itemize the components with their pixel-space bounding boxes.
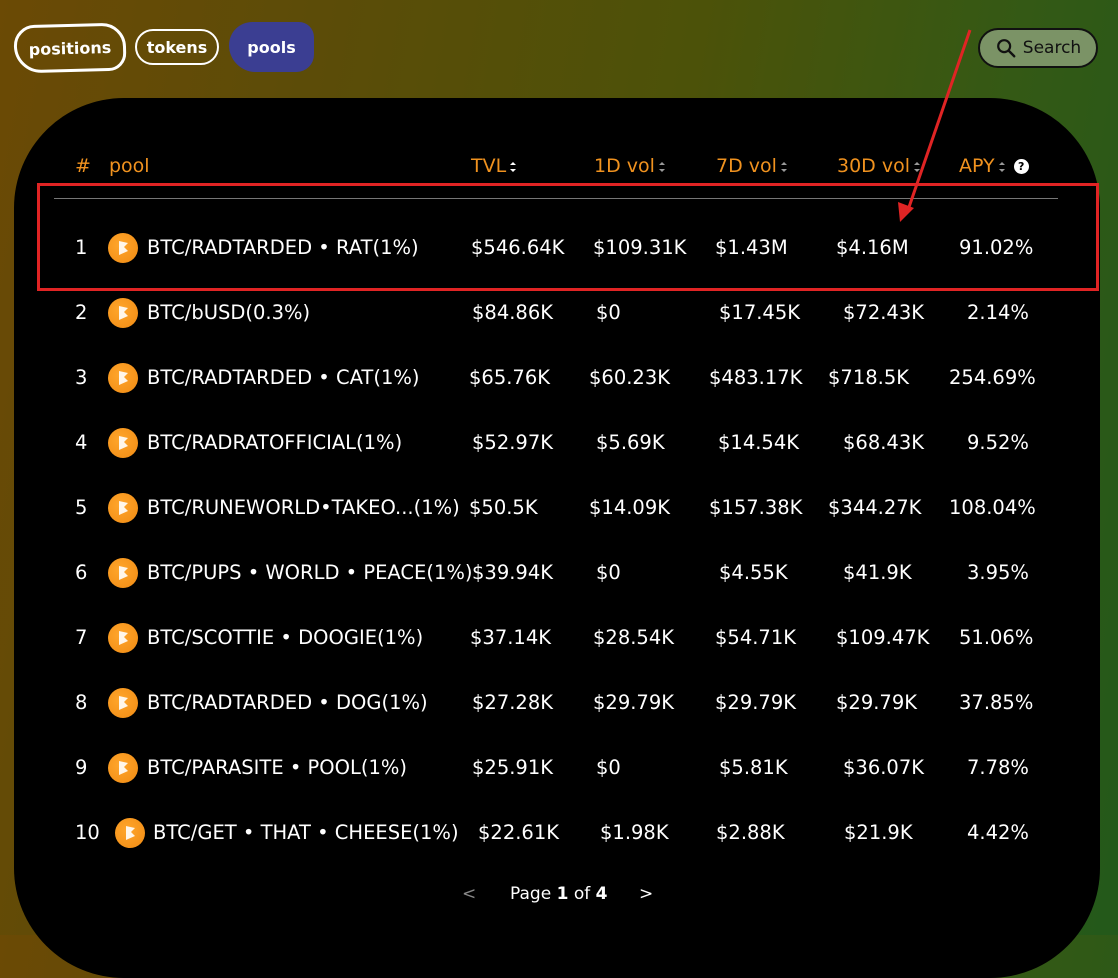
page-indicator: Page 1 of 4 — [510, 884, 607, 904]
prev-page-button[interactable]: < — [462, 884, 476, 904]
total-pages: 4 — [595, 884, 608, 904]
current-page: 1 — [556, 884, 569, 904]
next-page-button[interactable]: > — [639, 884, 653, 904]
page-word: Page — [510, 884, 552, 904]
of-word: of — [573, 884, 591, 904]
annotation-arrow — [898, 29, 972, 222]
